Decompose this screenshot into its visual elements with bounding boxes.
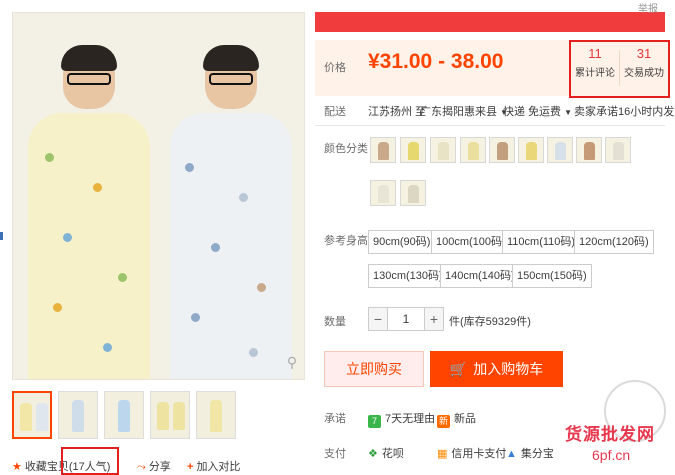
color-swatch[interactable] — [430, 137, 456, 163]
plus-icon: + — [187, 461, 194, 473]
promise-label: 承诺 — [324, 413, 346, 425]
color-swatch[interactable] — [547, 137, 573, 163]
share-button[interactable]: ⤳ 分享 — [137, 458, 171, 474]
color-swatch[interactable] — [576, 137, 602, 163]
star-icon: ★ — [12, 461, 22, 473]
price-value: ¥31.00 - 38.00 — [368, 50, 504, 73]
color-swatch[interactable] — [400, 180, 426, 206]
payment-credit-text: 信用卡支付 — [451, 448, 507, 460]
boy-yellow-pajamas-image — [23, 43, 153, 379]
compare-label: 加入对比 — [196, 461, 241, 473]
watermark-text: 货源批发网 — [565, 425, 655, 444]
promise-7day-text: 7天无理由 — [385, 413, 436, 425]
share-label: 分享 — [148, 461, 171, 473]
color-swatch[interactable] — [605, 137, 631, 163]
new-icon: 新 — [437, 415, 450, 428]
compare-button[interactable]: + 加入对比 — [187, 458, 240, 474]
size-option[interactable]: 110cm(110码) — [502, 230, 581, 254]
main-product-image[interactable] — [12, 12, 305, 380]
title-bar — [315, 12, 665, 32]
watermark-domain: 6pf.cn — [592, 447, 631, 463]
thumbnail-3[interactable] — [104, 391, 144, 439]
jifenbao-icon: ▲ — [506, 448, 517, 460]
promise-new[interactable]: 新新品 — [437, 410, 476, 428]
color-swatch[interactable] — [400, 137, 426, 163]
color-swatch[interactable] — [518, 137, 544, 163]
seven-day-icon: 7 — [368, 415, 381, 428]
add-to-cart-button[interactable]: 🛒 加入购物车 — [430, 351, 563, 387]
cart-icon: 🛒 — [449, 361, 468, 377]
size-option[interactable]: 120cm(120码) — [574, 230, 654, 254]
payment-jifenbao[interactable]: ▲ 集分宝 — [506, 445, 554, 461]
size-option[interactable]: 140cm(140码) — [440, 264, 520, 288]
shipping-method[interactable]: 快递 免运费 ▼ — [503, 103, 572, 119]
quantity-decrease-button[interactable]: − — [368, 307, 388, 331]
huabei-icon: ❖ — [368, 448, 378, 460]
thumbnail-5[interactable] — [196, 391, 236, 439]
quantity-input[interactable]: 1 — [388, 307, 424, 331]
payment-label: 支付 — [324, 448, 346, 460]
search-icon[interactable]: ⚲ — [283, 354, 301, 372]
shipping-from: 江苏扬州 至 — [368, 106, 427, 118]
credit-card-icon: ▦ — [437, 448, 448, 460]
add-to-cart-label: 加入购物车 — [473, 361, 544, 377]
report-link[interactable]: 举报 — [638, 0, 658, 15]
size-option[interactable]: 90cm(90码) — [368, 230, 436, 254]
thumbnail-1[interactable] — [12, 391, 52, 439]
stock-text: 件(库存59329件) — [449, 316, 531, 328]
color-swatch[interactable] — [370, 180, 396, 206]
stats-highlight — [569, 40, 670, 98]
destination-text: 广东揭阳惠来县 — [420, 106, 497, 118]
shipping-destination[interactable]: 广东揭阳惠来县 ▼ — [420, 103, 508, 119]
payment-huabei[interactable]: ❖ 花呗 — [368, 445, 404, 461]
chevron-down-icon: ▼ — [564, 108, 572, 117]
share-icon: ⤳ — [137, 461, 146, 473]
quantity-label: 数量 — [324, 316, 346, 328]
size-option[interactable]: 130cm(130码) — [368, 264, 448, 288]
boy-white-pajamas-image — [165, 43, 295, 379]
payment-jifenbao-text: 集分宝 — [520, 448, 554, 460]
size-label: 参考身高 — [324, 235, 368, 247]
size-option[interactable]: 150cm(150码) — [512, 264, 592, 288]
payment-credit[interactable]: ▦ 信用卡支付 — [437, 445, 506, 461]
color-swatch[interactable] — [489, 137, 515, 163]
favorite-count-highlight — [61, 447, 119, 475]
quantity-increase-button[interactable]: + — [424, 307, 444, 331]
method-text: 快递 免运费 — [503, 106, 562, 118]
promise-7day[interactable]: 7 7天无理由 — [368, 410, 435, 428]
price-label: 价格 — [324, 62, 346, 74]
promise-new-text: 新品 — [454, 413, 476, 425]
shipping-label: 配送 — [324, 106, 346, 118]
shipping-promise: 卖家承诺16小时内发货 — [574, 106, 675, 118]
divider — [315, 125, 665, 126]
size-option[interactable]: 100cm(100码) — [431, 230, 511, 254]
color-label: 颜色分类 — [324, 143, 368, 155]
thumbnail-2[interactable] — [58, 391, 98, 439]
color-swatch[interactable] — [370, 137, 396, 163]
thumbnail-4[interactable] — [150, 391, 190, 439]
page-edge-marker — [0, 232, 3, 240]
payment-huabei-text: 花呗 — [381, 448, 404, 460]
buy-now-button[interactable]: 立即购买 — [324, 351, 424, 387]
color-swatch[interactable] — [460, 137, 486, 163]
